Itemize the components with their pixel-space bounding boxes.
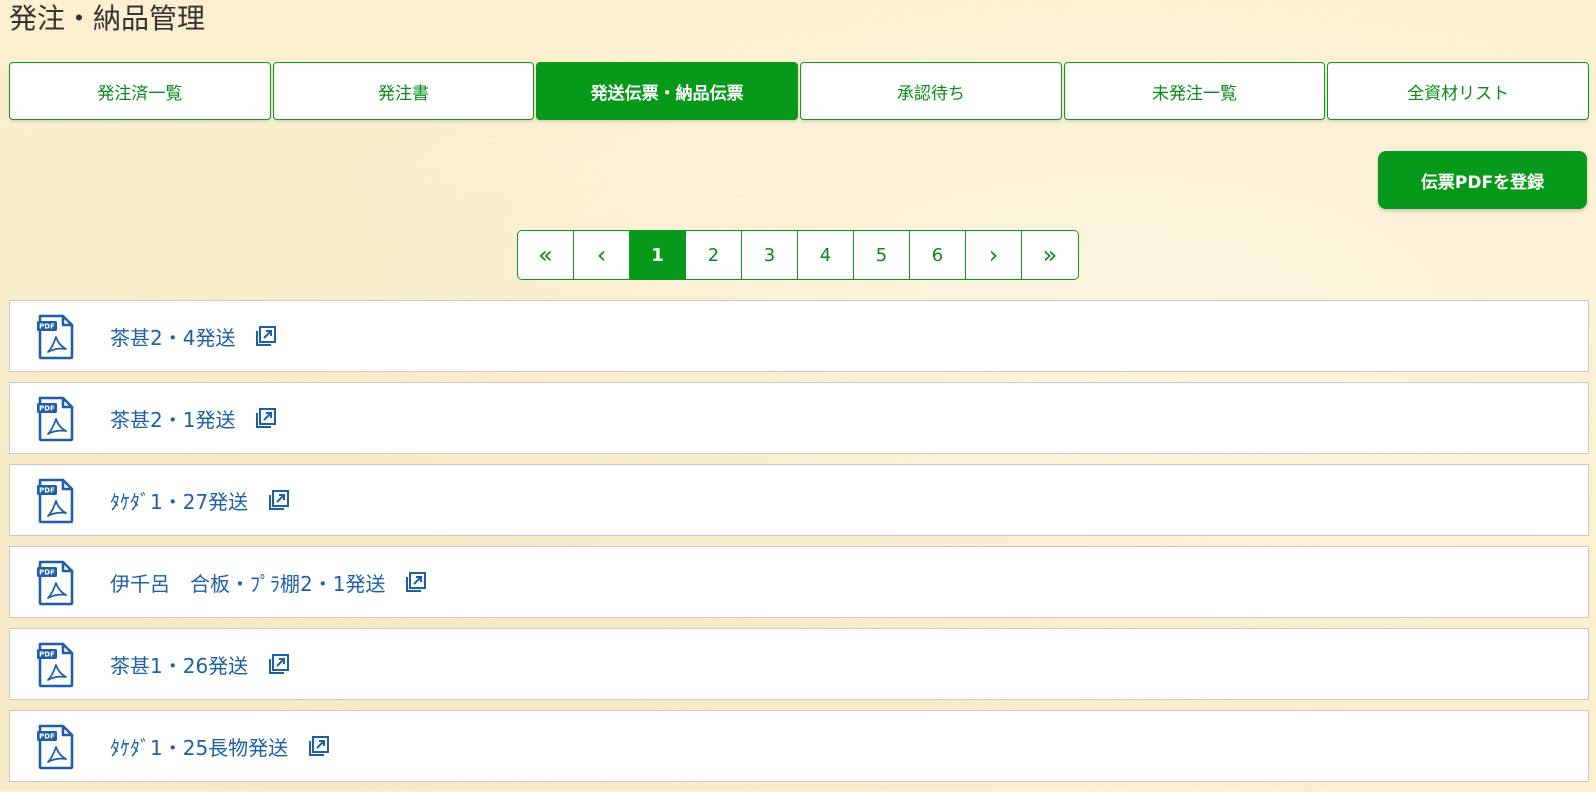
document-row: PDF ﾀｹﾀﾞ1・27発送 <box>9 464 1589 536</box>
pagination-page-4[interactable]: 4 <box>798 231 854 279</box>
document-list: PDF 茶甚2・4発送 PDF 茶甚2・1発送 PDF ﾀｹﾀﾞ1・27発送 P… <box>9 300 1589 792</box>
document-link[interactable]: 茶甚2・4発送 <box>110 322 277 351</box>
svg-text:PDF: PDF <box>39 733 55 741</box>
pdf-file-icon[interactable]: PDF <box>36 477 76 525</box>
document-link[interactable]: ﾀｹﾀﾞ1・27発送 <box>110 486 290 515</box>
document-link[interactable]: 伊千呂 合板・ﾌﾟﾗ棚2・1発送 <box>110 568 427 597</box>
pagination-first-button[interactable]: « <box>518 231 574 279</box>
document-link[interactable]: 茶甚2・1発送 <box>110 404 277 433</box>
svg-text:PDF: PDF <box>39 651 55 659</box>
document-link[interactable]: 茶甚1・26発送 <box>110 650 290 679</box>
document-name: ﾀｹﾀﾞ1・25長物発送 <box>110 735 289 760</box>
document-name: 茶甚1・26発送 <box>110 653 249 678</box>
tab-all-materials[interactable]: 全資材リスト <box>1327 62 1590 120</box>
document-row: PDF 茶甚2・1発送 <box>9 382 1589 454</box>
tab-awaiting-approval[interactable]: 承認待ち <box>800 62 1062 120</box>
pdf-file-icon[interactable]: PDF <box>36 641 76 689</box>
document-row: PDF 茶甚1・26発送 <box>9 628 1589 700</box>
document-row: PDF 茶甚2・4発送 <box>9 300 1589 372</box>
document-name: 茶甚2・4発送 <box>110 325 236 350</box>
tab-unordered-list[interactable]: 未発注一覧 <box>1063 62 1326 120</box>
document-row: PDF 伊千呂 合板・ﾌﾟﾗ棚2・1発送 <box>9 546 1589 618</box>
pagination-page-5[interactable]: 5 <box>854 231 910 279</box>
pdf-file-icon[interactable]: PDF <box>36 723 76 771</box>
page-title: 発注・納品管理 <box>9 2 206 35</box>
svg-text:PDF: PDF <box>39 323 55 331</box>
pagination-page-3[interactable]: 3 <box>742 231 798 279</box>
register-slip-pdf-button[interactable]: 伝票PDFを登録 <box>1378 151 1587 209</box>
svg-text:PDF: PDF <box>39 487 55 495</box>
pagination: « ‹ 1 2 3 4 5 6 › » <box>517 230 1079 280</box>
pagination-prev-button[interactable]: ‹ <box>574 231 630 279</box>
pagination-page-2[interactable]: 2 <box>686 231 742 279</box>
pagination-last-button[interactable]: » <box>1022 231 1078 279</box>
pagination-next-button[interactable]: › <box>966 231 1022 279</box>
svg-text:PDF: PDF <box>39 405 55 413</box>
open-external-icon[interactable] <box>268 653 290 675</box>
document-name: 茶甚2・1発送 <box>110 407 236 432</box>
document-row: PDF ﾀｹﾀﾞ1・25長物発送 <box>9 710 1589 782</box>
svg-text:PDF: PDF <box>39 569 55 577</box>
tab-bar: 発注済一覧 発注書 発送伝票・納品伝票 承認待ち 未発注一覧 全資材リスト <box>9 62 1590 120</box>
tab-shipping-delivery-slips[interactable]: 発送伝票・納品伝票 <box>536 62 799 120</box>
pagination-page-6[interactable]: 6 <box>910 231 966 279</box>
open-external-icon[interactable] <box>255 325 277 347</box>
pagination-page-1[interactable]: 1 <box>630 231 686 279</box>
pdf-file-icon[interactable]: PDF <box>36 559 76 607</box>
open-external-icon[interactable] <box>268 489 290 511</box>
tab-purchase-order[interactable]: 発注書 <box>272 62 535 120</box>
tab-ordered-list[interactable]: 発注済一覧 <box>9 62 271 120</box>
pdf-file-icon[interactable]: PDF <box>36 395 76 443</box>
document-link[interactable]: ﾀｹﾀﾞ1・25長物発送 <box>110 732 330 761</box>
open-external-icon[interactable] <box>405 571 427 593</box>
open-external-icon[interactable] <box>308 735 330 757</box>
document-name: ﾀｹﾀﾞ1・27発送 <box>110 489 249 514</box>
document-name: 伊千呂 合板・ﾌﾟﾗ棚2・1発送 <box>110 571 386 596</box>
pdf-file-icon[interactable]: PDF <box>36 313 76 361</box>
open-external-icon[interactable] <box>255 407 277 429</box>
